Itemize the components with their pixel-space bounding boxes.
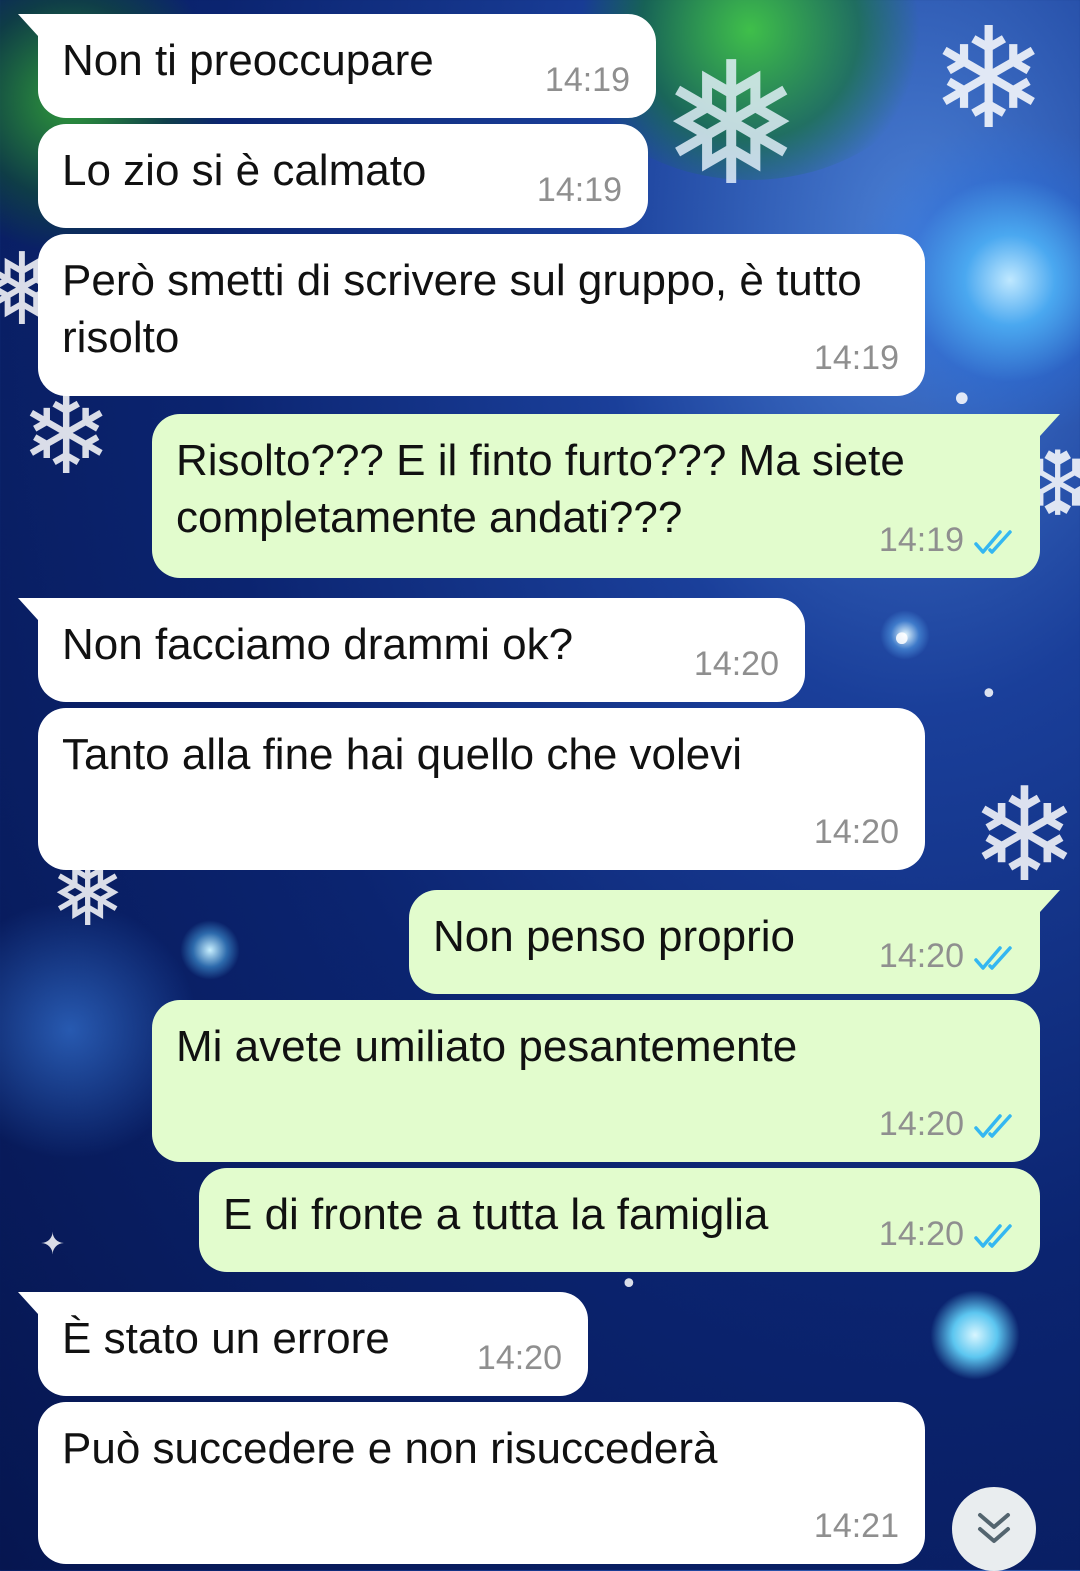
message-time: 14:19 [544,61,630,99]
message-text: Tanto alla fine hai quello che volevi [62,730,743,779]
message-time: 14:20 [813,813,899,851]
message-bubble-incoming[interactable]: È stato un errore 14:20 [18,1292,588,1396]
message-bubble-incoming[interactable]: Tanto alla fine hai quello che volevi 14… [38,708,925,870]
message-bubble-outgoing[interactable]: Risolto??? E il finto furto??? Ma siete … [152,414,1060,578]
message-bubble-incoming[interactable]: Lo zio si è calmato 14:19 [38,124,648,228]
message-bubble-incoming[interactable]: Non facciamo drammi ok? 14:20 [18,598,805,702]
scroll-to-bottom-button[interactable] [952,1487,1036,1571]
message-bubble-incoming[interactable]: Non ti preoccupare 14:19 [18,14,656,118]
read-double-check-icon [974,1224,1012,1248]
message-text: Non facciamo drammi ok? [62,620,574,669]
read-double-check-icon [974,946,1012,970]
message-text: Mi avete umiliato pesantemente [176,1022,798,1071]
message-bubble-outgoing[interactable]: Non penso proprio 14:20 [409,890,1060,994]
message-bubble-outgoing[interactable]: E di fronte a tutta la famiglia 14:20 [199,1168,1040,1272]
message-time: 14:20 [693,645,779,683]
message-time: 14:20 [878,937,964,975]
message-bubble-outgoing[interactable]: Mi avete umiliato pesantemente 14:20 [152,1000,1040,1162]
message-text: Però smetti di scrivere sul gruppo, è tu… [62,256,862,362]
message-bubble-incoming[interactable]: Può succedere e non risuccederà 14:21 [38,1402,925,1564]
message-time: 14:19 [536,171,622,209]
double-chevron-down-icon [978,1513,1010,1543]
message-time: 14:20 [878,1105,964,1143]
read-double-check-icon [974,530,1012,554]
message-time: 14:20 [476,1339,562,1377]
message-time: 14:21 [813,1507,899,1545]
message-time: 14:20 [878,1215,964,1253]
message-time: 14:19 [813,339,899,377]
read-double-check-icon [974,1114,1012,1138]
message-text: Può succedere e non risuccederà [62,1424,718,1473]
message-time: 14:19 [878,521,964,559]
message-bubble-incoming[interactable]: Però smetti di scrivere sul gruppo, è tu… [38,234,925,396]
